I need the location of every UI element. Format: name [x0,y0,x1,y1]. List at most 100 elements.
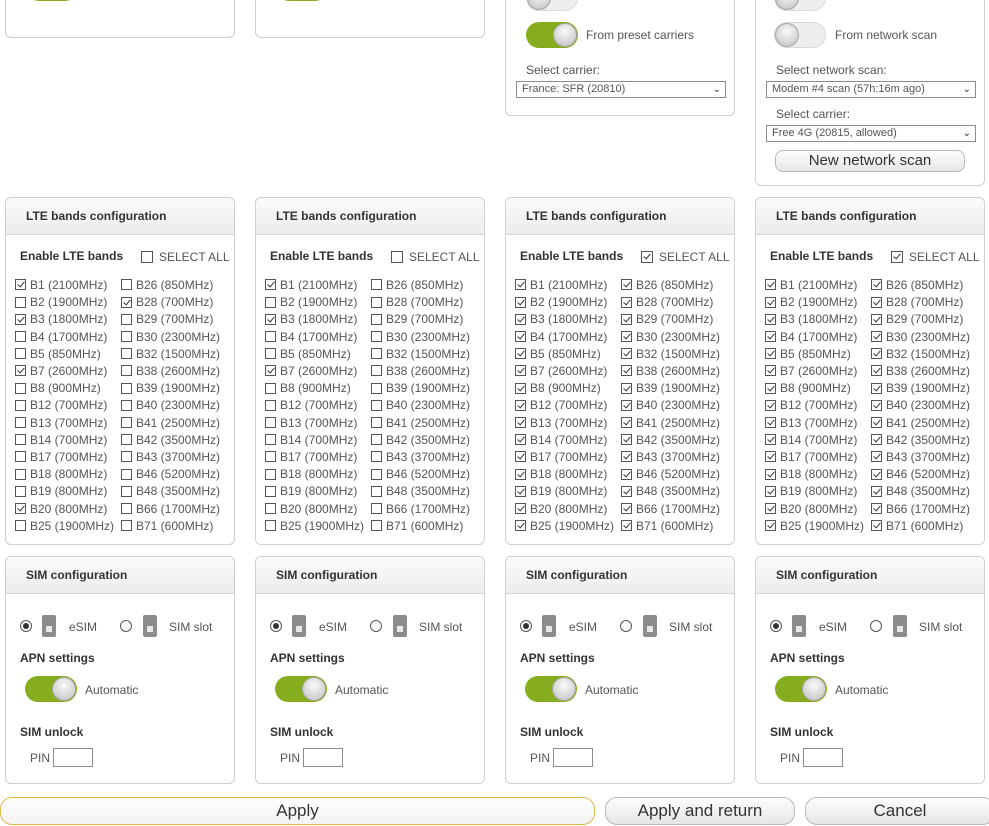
checkbox-box[interactable] [765,399,776,411]
band-checkbox[interactable]: B3 (1800MHz) [515,312,607,326]
band-checkbox[interactable]: B12 (700MHz) [765,398,857,412]
checkbox-box[interactable] [891,250,903,263]
band-checkbox[interactable]: B19 (800MHz) [765,484,857,498]
band-checkbox[interactable]: B7 (2600MHz) [765,364,857,378]
esim-radio[interactable] [270,620,282,632]
checkbox-box[interactable] [265,468,276,480]
checkbox-box[interactable] [515,279,526,291]
checkbox-box[interactable] [371,502,382,514]
sim-slot-radio[interactable] [120,620,132,632]
top-toggle-modem2[interactable] [276,0,328,1]
checkbox-box[interactable] [621,365,632,377]
band-checkbox[interactable]: B38 (2600MHz) [371,364,470,378]
new-network-scan-button[interactable]: New network scan [775,150,965,172]
checkbox-box[interactable] [515,434,526,446]
checkbox-box[interactable] [265,485,276,497]
band-checkbox[interactable]: B25 (1900MHz) [515,519,614,533]
checkbox-box[interactable] [391,250,403,263]
checkbox-box[interactable] [515,399,526,411]
band-checkbox[interactable]: B4 (1700MHz) [515,330,607,344]
sim-slot-radio[interactable] [370,620,382,632]
checkbox-box[interactable] [265,296,276,308]
band-checkbox[interactable]: B71 (600MHz) [621,519,713,533]
checkbox-box[interactable] [371,330,382,342]
checkbox-box[interactable] [515,330,526,342]
apply-and-return-button[interactable]: Apply and return [605,797,795,825]
checkbox-box[interactable] [15,502,26,514]
band-checkbox[interactable]: B66 (1700MHz) [871,502,970,516]
checkbox-box[interactable] [871,296,882,308]
checkbox-box[interactable] [765,296,776,308]
pin-input[interactable] [53,748,93,767]
band-checkbox[interactable]: B39 (1900MHz) [121,381,220,395]
band-checkbox[interactable]: B42 (3500MHz) [371,433,470,447]
checkbox-box[interactable] [871,451,882,463]
carrier-select[interactable]: Free 4G (20815, allowed) ⌄ [766,125,976,142]
checkbox-box[interactable] [121,330,132,342]
checkbox-box[interactable] [765,279,776,291]
band-checkbox[interactable]: B18 (800MHz) [265,467,357,481]
checkbox-box[interactable] [641,250,653,263]
checkbox-box[interactable] [15,520,26,532]
band-checkbox[interactable]: B4 (1700MHz) [765,330,857,344]
checkbox-box[interactable] [265,313,276,325]
checkbox-box[interactable] [765,451,776,463]
checkbox-box[interactable] [371,434,382,446]
pin-input[interactable] [303,748,343,767]
checkbox-box[interactable] [15,330,26,342]
band-checkbox[interactable]: B3 (1800MHz) [765,312,857,326]
checkbox-box[interactable] [871,382,882,394]
checkbox-box[interactable] [765,502,776,514]
checkbox-box[interactable] [121,313,132,325]
checkbox-box[interactable] [371,365,382,377]
top-toggle-modem1[interactable] [26,0,78,1]
checkbox-box[interactable] [765,416,776,428]
apply-button[interactable]: Apply [0,797,595,825]
band-checkbox[interactable]: B71 (600MHz) [871,519,963,533]
band-checkbox[interactable]: B5 (850MHz) [765,347,851,361]
checkbox-box[interactable] [621,451,632,463]
band-checkbox[interactable]: B46 (5200MHz) [871,467,970,481]
band-checkbox[interactable]: B19 (800MHz) [15,484,107,498]
checkbox-box[interactable] [141,250,153,263]
checkbox-box[interactable] [515,365,526,377]
checkbox-box[interactable] [265,520,276,532]
esim-radio[interactable] [520,620,532,632]
band-checkbox[interactable]: B41 (2500MHz) [371,416,470,430]
sim-slot-radio[interactable] [870,620,882,632]
checkbox-box[interactable] [15,451,26,463]
checkbox-box[interactable] [121,416,132,428]
network-scan-toggle[interactable] [774,22,826,48]
band-checkbox[interactable]: B29 (700MHz) [121,312,213,326]
cancel-button[interactable]: Cancel [805,797,989,825]
band-checkbox[interactable]: B48 (3500MHz) [121,484,220,498]
checkbox-box[interactable] [621,399,632,411]
band-checkbox[interactable]: B2 (1900MHz) [765,295,857,309]
band-checkbox[interactable]: B18 (800MHz) [515,467,607,481]
checkbox-box[interactable] [765,485,776,497]
checkbox-box[interactable] [371,468,382,480]
band-checkbox[interactable]: B46 (5200MHz) [121,467,220,481]
pin-input[interactable] [553,748,593,767]
band-checkbox[interactable]: B28 (700MHz) [621,295,713,309]
checkbox-box[interactable] [265,451,276,463]
checkbox-box[interactable] [871,279,882,291]
band-checkbox[interactable]: B3 (1800MHz) [265,312,357,326]
band-checkbox[interactable]: B66 (1700MHz) [621,502,720,516]
band-checkbox[interactable]: B39 (1900MHz) [621,381,720,395]
checkbox-box[interactable] [371,520,382,532]
band-checkbox[interactable]: B48 (3500MHz) [621,484,720,498]
band-checkbox[interactable]: B46 (5200MHz) [621,467,720,481]
select-all-checkbox[interactable]: SELECT ALL [641,250,730,264]
band-checkbox[interactable]: B29 (700MHz) [621,312,713,326]
checkbox-box[interactable] [371,485,382,497]
top-toggle-modem4-upper[interactable] [774,0,826,11]
band-checkbox[interactable]: B20 (800MHz) [515,502,607,516]
checkbox-box[interactable] [871,399,882,411]
band-checkbox[interactable]: B20 (800MHz) [15,502,107,516]
checkbox-box[interactable] [121,382,132,394]
band-checkbox[interactable]: B43 (3700MHz) [121,450,220,464]
checkbox-box[interactable] [515,502,526,514]
band-checkbox[interactable]: B1 (2100MHz) [765,278,857,292]
band-checkbox[interactable]: B28 (700MHz) [371,295,463,309]
